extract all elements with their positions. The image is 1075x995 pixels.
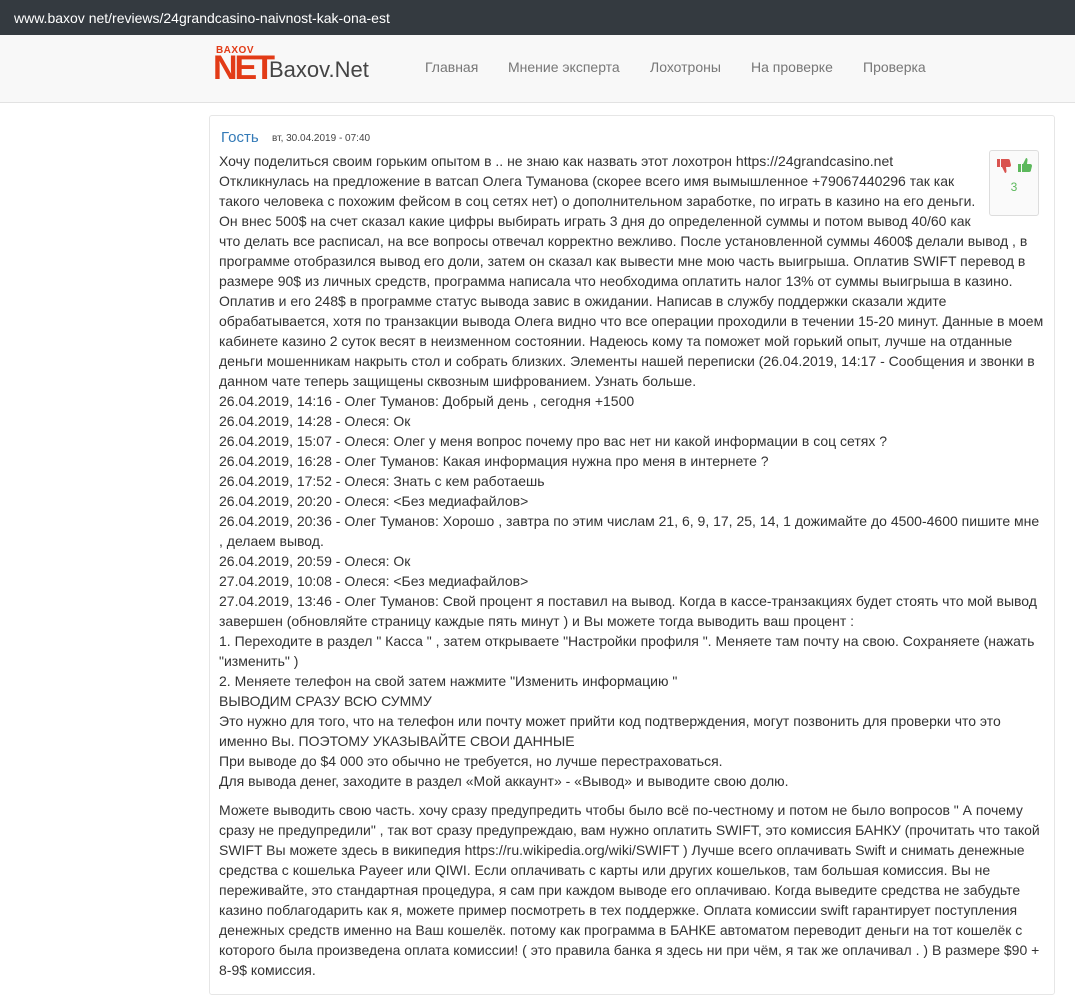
comment-line: ВЫВОДИМ СРАЗУ ВСЮ СУММУ: [219, 693, 432, 709]
comment-line: казино поблагодарить как я, можете приме…: [219, 902, 1018, 918]
comment-line: 26.04.2019, 20:36 - Олег Туманов: Хорошо…: [219, 513, 1040, 529]
comment-line: 26.04.2019, 20:20 - Олеся: <Без медиафай…: [219, 493, 529, 509]
logo-big-text: NET: [213, 49, 275, 87]
comment-line: обрабатывается, хотя по транзакции вывод…: [219, 313, 1044, 329]
comment-line: Хочу поделиться своим горьким опытом в .…: [219, 153, 894, 169]
comment-line: 26.04.2019, 20:59 - Олеся: Ок: [219, 553, 411, 569]
comment-line: Можете выводить свою часть. хочу сразу п…: [219, 802, 1023, 818]
comment-line: 8-9$ комиссия.: [219, 962, 316, 978]
comment-line: Он внес 500$ на счет сказал какие цифры …: [219, 213, 971, 229]
comment-line: что делать все расписал, на все вопросы …: [219, 233, 1028, 249]
comment-line: Для вывода денег, заходите в раздел «Мой…: [219, 773, 789, 789]
comment-line: Оплатив и его 248$ в программе статус вы…: [219, 293, 947, 309]
comment-line: Откликнулась на предложение в ватсап Оле…: [219, 173, 955, 189]
comment-date: вт, 30.04.2019 - 07:40: [272, 133, 371, 144]
address-bar[interactable]: www.baxov net/reviews/24grandcasino-naiv…: [0, 0, 1075, 35]
nav-item-scams[interactable]: Лохотроны: [650, 59, 721, 75]
comment-line: 26.04.2019, 16:28 - Олег Туманов: Какая …: [219, 453, 769, 469]
comment-line: При выводе до $4 000 это обычно не требу…: [219, 753, 723, 769]
comment-line: данном чате теперь защищены сквозным шиф…: [219, 373, 697, 389]
comment-line: именно Вы. ПОЭТОМУ УКАЗЫВАЙТЕ СВОИ ДАННЫ…: [219, 733, 575, 749]
comment-line: "изменить" ): [219, 653, 299, 669]
comment-line: кабинете казино 2 суток весят в неизменн…: [219, 333, 1013, 349]
comment-line: 2. Меняете телефон на свой затем нажмите…: [219, 673, 678, 689]
comment-line: денежных средств именно на Ваш кошелёк. …: [219, 922, 1023, 938]
comment-line: 26.04.2019, 17:52 - Олеся: Знать с кем р…: [219, 473, 545, 489]
comment-line: сразу не предупредили" , так вот сразу п…: [219, 822, 1040, 838]
comment-line: 27.04.2019, 13:46 - Олег Туманов: Свой п…: [219, 593, 1037, 609]
nav-item-expert-opinion[interactable]: Мнение эксперта: [508, 59, 620, 75]
comment-line: , делаем вывод.: [219, 533, 324, 549]
comment-line: 26.04.2019, 14:16 - Олег Туманов: Добрый…: [219, 393, 635, 409]
comment-line: программе отобразился вывод его доли, за…: [219, 253, 1026, 269]
nav-item-check[interactable]: Проверка: [863, 59, 926, 75]
comment-panel: Гость вт, 30.04.2019 - 07:40 3 Хочу поде…: [209, 115, 1055, 995]
comment-author[interactable]: Гость: [221, 129, 259, 146]
comment-line: SWIFT Вы можете здесь в википедия https:…: [219, 842, 1025, 858]
comment-body: Хочу поделиться своим горьким опытом в .…: [219, 151, 1049, 980]
comment-line: средства с кошелька Payeer или QIWI. Есл…: [219, 862, 991, 878]
site-navbar: BAXOV NET Baxov.Net Главная Мнение экспе…: [0, 35, 1075, 103]
comment-line: завершен (обновляйте страницу каждые пят…: [219, 613, 855, 629]
comment-line: 26.04.2019, 15:07 - Олеся: Олег у меня в…: [219, 433, 888, 449]
comment-line: Это нужно для того, что на телефон или п…: [219, 713, 1001, 729]
comment-line: размере 90$ из личных средств, программа…: [219, 273, 1013, 289]
nav-item-home[interactable]: Главная: [425, 59, 478, 75]
comment-line: такого человека с похожим фейсом в соц с…: [219, 193, 976, 209]
comment-line: которого была произведена оплата комисси…: [219, 942, 1040, 958]
comment-line: 1. Переходите в раздел " Касса " , затем…: [219, 633, 1035, 649]
url-text[interactable]: www.baxov net/reviews/24grandcasino-naiv…: [14, 10, 390, 26]
comment-line: переживайте, это стандартная процедура, …: [219, 882, 1021, 898]
brand-name[interactable]: Baxov.Net: [269, 57, 369, 83]
site-logo[interactable]: BAXOV NET: [213, 45, 275, 91]
comment-line: 26.04.2019, 14:28 - Олеся: Ок: [219, 413, 411, 429]
nav-item-under-review[interactable]: На проверке: [751, 59, 833, 75]
comment-line: 27.04.2019, 10:08 - Олеся: <Без медиафай…: [219, 573, 529, 589]
comment-line: деньги мошенникам накрыть стол и собрать…: [219, 353, 1035, 369]
